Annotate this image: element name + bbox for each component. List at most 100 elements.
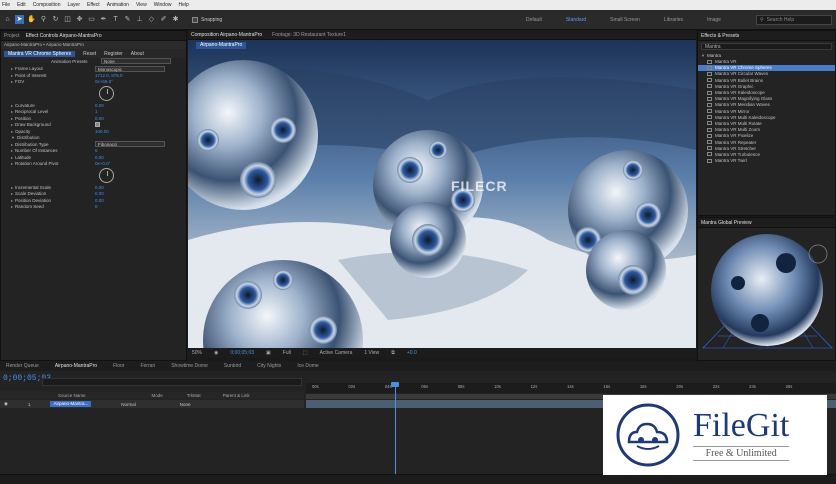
fast-previews-icon[interactable]: ⧉ xyxy=(391,350,395,356)
property-value[interactable]: 0.00 xyxy=(95,103,104,108)
layer-parent-dropdown[interactable]: None xyxy=(180,402,191,407)
property-dropdown[interactable]: Fibonacci xyxy=(95,141,165,148)
expand-triangle-icon[interactable]: ▸ xyxy=(11,66,13,71)
workspace-libraries[interactable]: Libraries xyxy=(664,17,683,23)
zoom-tool-icon[interactable]: ⚲ xyxy=(39,15,48,24)
brush-tool-icon[interactable]: ✎ xyxy=(123,15,132,24)
expand-triangle-icon[interactable]: ▸ xyxy=(11,109,13,114)
show-snapshot-icon[interactable]: ▣ xyxy=(266,350,271,356)
tab-effect-controls[interactable]: Effect Controls Airpano-MantraPro xyxy=(26,33,102,39)
viewer-timecode[interactable]: 0;00;05;03 xyxy=(230,350,254,356)
expand-triangle-icon[interactable]: ▸ xyxy=(11,129,13,134)
region-of-interest-icon[interactable]: ⬚ xyxy=(303,350,308,356)
angle-dial[interactable] xyxy=(99,86,114,101)
type-tool-icon[interactable]: T xyxy=(111,15,120,24)
expand-triangle-icon[interactable]: ▼ xyxy=(701,53,705,58)
layer-mode-dropdown[interactable]: Normal xyxy=(121,402,136,407)
timeline-layer-row[interactable]: ◉ 1 Airpano-Mantra... Normal None xyxy=(0,400,304,408)
property-value[interactable]: 0 xyxy=(95,204,98,209)
tab-project[interactable]: Project xyxy=(4,33,20,39)
tab-composition[interactable]: Composition Airpano-MantraPro xyxy=(191,32,262,38)
camera-tool-icon[interactable]: ◫ xyxy=(63,15,72,24)
layer-name[interactable]: Airpano-Mantra... xyxy=(50,401,92,407)
help-search-input[interactable]: ⚲ Search Help xyxy=(756,15,832,25)
expand-triangle-icon[interactable]: ▸ xyxy=(11,116,13,121)
selection-tool-icon[interactable]: ➤ xyxy=(15,15,24,24)
column-parent[interactable]: Parent & Link xyxy=(223,393,250,398)
expand-triangle-icon[interactable]: ▸ xyxy=(11,122,13,127)
snapping-checkbox[interactable] xyxy=(192,16,198,23)
exposure-value[interactable]: +0.0 xyxy=(407,350,417,356)
expand-triangle-icon[interactable]: ▸ xyxy=(11,185,13,190)
menu-help[interactable]: Help xyxy=(178,2,188,8)
resolution-dropdown[interactable]: Full xyxy=(283,350,291,356)
roto-brush-tool-icon[interactable]: ✐ xyxy=(159,15,168,24)
snapping-toggle[interactable]: Snapping xyxy=(192,16,222,23)
view-layout-dropdown[interactable]: 1 View xyxy=(364,350,379,356)
workspace-default[interactable]: Default xyxy=(526,17,542,23)
expand-triangle-icon[interactable]: ▸ xyxy=(11,103,13,108)
property-value[interactable]: 1 xyxy=(95,109,98,114)
property-value[interactable]: 0.00 xyxy=(95,155,104,160)
expand-triangle-icon[interactable]: ▸ xyxy=(11,155,13,160)
composition-viewer[interactable]: FILECR Airpano-MantraPro xyxy=(188,40,696,348)
menu-view[interactable]: View xyxy=(136,2,147,8)
property-value[interactable]: 0.00 xyxy=(95,116,104,121)
workspace-image[interactable]: Image xyxy=(707,17,721,23)
property-value[interactable]: 6 xyxy=(95,148,98,153)
expand-triangle-icon[interactable]: ▸ xyxy=(11,73,13,78)
eraser-tool-icon[interactable]: ◇ xyxy=(147,15,156,24)
timeline-tab[interactable]: Sunbird xyxy=(224,363,241,369)
effect-name-label[interactable]: Mantra VR Chrome Spheres xyxy=(4,50,76,57)
rotate-tool-icon[interactable]: ↻ xyxy=(51,15,60,24)
timeline-tab[interactable]: Airpano-MantraPro xyxy=(55,363,97,369)
tab-effects-presets[interactable]: Effects & Presets xyxy=(701,33,739,39)
property-value[interactable]: 0.00 xyxy=(95,191,104,196)
pen-tool-icon[interactable]: ✒ xyxy=(99,15,108,24)
camera-snapshot-icon[interactable]: ◉ xyxy=(214,350,218,356)
puppet-tool-icon[interactable]: ✱ xyxy=(171,15,180,24)
property-dropdown[interactable]: Monoscopic xyxy=(95,65,165,72)
expand-triangle-icon[interactable]: ▸ xyxy=(11,161,13,166)
reset-button[interactable]: Reset xyxy=(83,51,96,57)
expand-triangle-icon[interactable]: ▸ xyxy=(11,79,13,84)
effects-search-input[interactable]: Mantra xyxy=(701,43,832,50)
timeline-search-input[interactable] xyxy=(42,378,302,386)
workspace-small-screen[interactable]: Small Screen xyxy=(610,17,640,23)
timeline-tab[interactable]: Floor xyxy=(113,363,124,369)
clone-stamp-tool-icon[interactable]: ⊥ xyxy=(135,15,144,24)
angle-dial[interactable] xyxy=(99,168,114,183)
menu-edit[interactable]: Edit xyxy=(17,2,26,8)
menu-window[interactable]: Window xyxy=(154,2,172,8)
menu-file[interactable]: File xyxy=(2,2,10,8)
timeline-tab[interactable]: City Nights xyxy=(257,363,281,369)
expand-triangle-icon[interactable]: ▸ xyxy=(11,148,13,153)
property-value[interactable]: 100.00 xyxy=(95,129,109,134)
about-button[interactable]: About xyxy=(131,51,144,57)
eye-visibility-icon[interactable]: ◉ xyxy=(4,401,8,407)
animation-presets-dropdown[interactable]: None xyxy=(101,58,171,65)
menu-animation[interactable]: Animation xyxy=(107,2,129,8)
property-value[interactable]: 0x+66.0° xyxy=(95,79,113,84)
expand-triangle-icon[interactable]: ▸ xyxy=(11,198,13,203)
property-value[interactable]: 1712.0, 878.0 xyxy=(95,73,123,78)
camera-dropdown[interactable]: Active Camera xyxy=(320,350,353,356)
column-trkmat[interactable]: TrkMat xyxy=(187,393,201,398)
column-mode[interactable]: Mode xyxy=(152,393,163,398)
expand-triangle-icon[interactable]: ▼ xyxy=(11,135,15,140)
property-checkbox[interactable] xyxy=(95,122,100,128)
tab-mantra-preview[interactable]: Mantra Global Preview xyxy=(701,220,752,226)
time-ruler[interactable]: 00s 02s 04s 06s 08s 10s 12s 14s 16s 18s 20s 22s 24s 2… xyxy=(306,383,836,393)
workspace-standard[interactable]: Standard xyxy=(566,17,586,23)
expand-triangle-icon[interactable]: ▸ xyxy=(11,204,13,209)
globe-icon[interactable] xyxy=(808,244,828,264)
hand-tool-icon[interactable]: ✋ xyxy=(27,15,36,24)
register-button[interactable]: Register xyxy=(104,51,123,57)
menu-effect[interactable]: Effect xyxy=(87,2,100,8)
pan-behind-tool-icon[interactable]: ✥ xyxy=(75,15,84,24)
rectangle-tool-icon[interactable]: ▭ xyxy=(87,15,96,24)
timeline-tab[interactable]: Showtime Dome xyxy=(171,363,208,369)
expand-triangle-icon[interactable]: ▸ xyxy=(11,142,13,147)
timeline-tab[interactable]: Render Queue xyxy=(6,363,39,369)
property-value[interactable]: 0x+0.0° xyxy=(95,161,110,166)
